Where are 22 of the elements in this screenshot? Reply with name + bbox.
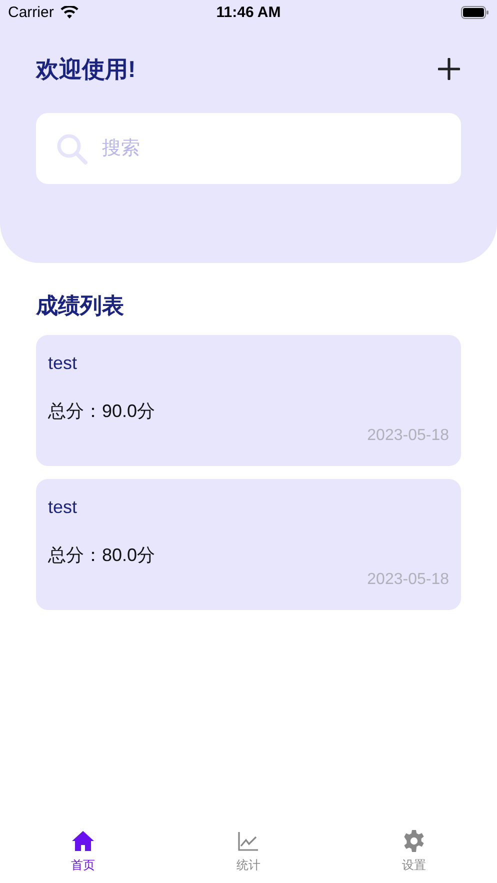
record-name: test [48, 497, 78, 518]
record-card[interactable]: test 总分：80.0分 2023-05-18 [36, 479, 461, 610]
tab[interactable]: 统计 [208, 829, 288, 881]
record-date: 2023-05-18 [367, 571, 449, 589]
battery-icon [460, 6, 489, 19]
record-score: 总分：80.0分 [48, 544, 156, 567]
welcome-title: 欢迎使用! [36, 54, 136, 84]
search-field[interactable]: 搜索 [36, 113, 461, 184]
status-time: 11:46 AM [216, 4, 281, 21]
record-card[interactable]: test 总分：90.0分 2023-05-18 [36, 335, 461, 466]
line-chart-icon [236, 829, 260, 853]
carrier-label: Carrier [8, 4, 54, 21]
add-icon[interactable] [438, 58, 460, 80]
home-icon [70, 829, 95, 853]
wifi-icon [60, 6, 79, 19]
record-date: 2023-05-18 [367, 427, 449, 445]
record-name: test [48, 353, 78, 374]
settings-icon [402, 829, 426, 853]
record-score: 总分：90.0分 [48, 400, 156, 423]
section-title: 成绩列表 [36, 292, 125, 320]
tab[interactable]: 首页 [42, 829, 123, 881]
tab[interactable]: 设置 [374, 829, 454, 881]
